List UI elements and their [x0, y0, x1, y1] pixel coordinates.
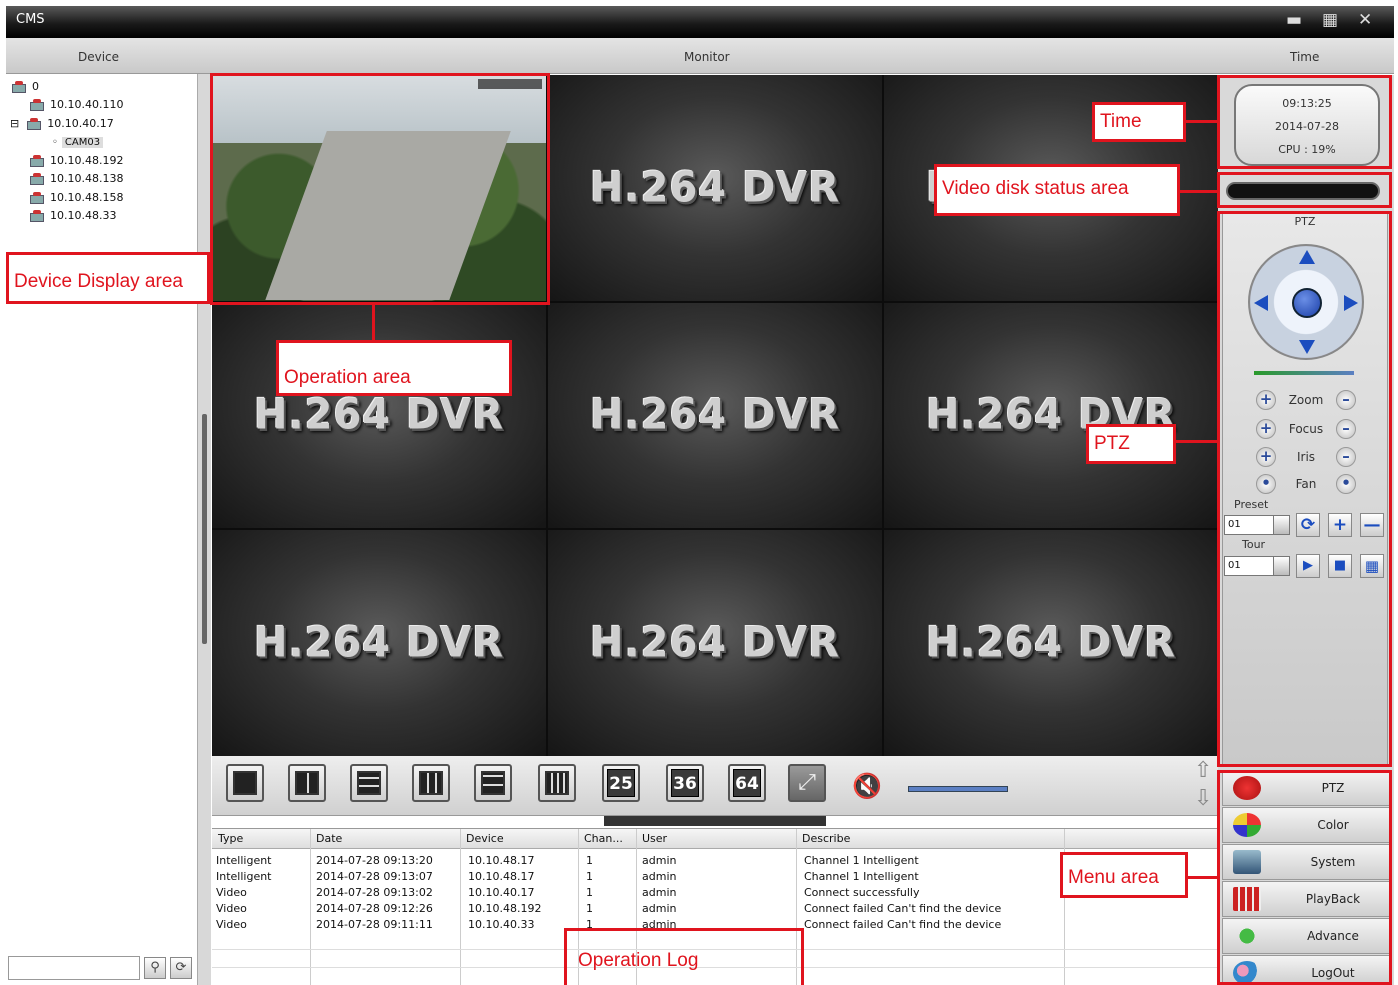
video-cell[interactable]: H.264 DVR [884, 530, 1218, 756]
tree-device-item[interactable]: 10.10.48.33 [28, 209, 116, 222]
tree-device-item[interactable]: 10.10.40.110 [28, 98, 123, 111]
video-cell[interactable]: H.264 DVR [548, 530, 882, 756]
device-annotation: Device Display area [6, 252, 210, 304]
device-label: 10.10.48.138 [50, 172, 124, 185]
layout-toolbar: 25 36 64 ⤢ 🔇 ⇧ ⇩ [212, 756, 1218, 816]
folder-icon [10, 80, 28, 93]
dvr-icon [28, 154, 46, 167]
annotation-line [1174, 440, 1220, 443]
layout-16-button[interactable] [538, 764, 576, 802]
fullscreen-icon[interactable]: ⤢ [788, 764, 826, 802]
log-splitter[interactable] [604, 816, 826, 826]
log-header-row: Type Date Device Chan... User Describe [212, 829, 1218, 849]
tree-root[interactable]: 0 [10, 80, 39, 93]
scroll-up-icon[interactable]: ⇧ [1194, 758, 1212, 783]
menu-annotation: Menu area [1060, 852, 1188, 898]
annotation-line [372, 303, 375, 343]
device-search-input[interactable] [8, 956, 140, 980]
minimize-icon[interactable]: ▬ [1286, 10, 1302, 30]
layout-64-button[interactable]: 64 [728, 764, 766, 802]
dvr-placeholder: H.264 DVR [589, 163, 841, 212]
camera-icon: ◦ [52, 137, 58, 148]
dvr-icon [25, 117, 43, 130]
disk-area-highlight [1217, 172, 1392, 208]
layout-25-button[interactable]: 25 [602, 764, 640, 802]
panel-splitter[interactable] [197, 74, 211, 985]
search-icon[interactable]: ⚲ [144, 957, 166, 979]
video-cell[interactable]: H.264 DVR [212, 302, 546, 529]
column-headers: Device Monitor Time [6, 38, 1394, 74]
mute-icon[interactable]: 🔇 [852, 772, 882, 800]
log-row[interactable]: Video 2014-07-28 09:12:26 10.10.48.192 1 adm… [212, 901, 1218, 917]
annotation-line [1184, 120, 1220, 123]
menu-area-highlight [1217, 770, 1392, 985]
splitter-handle[interactable] [202, 414, 207, 644]
log-col-date[interactable]: Date [316, 832, 342, 845]
dvr-placeholder: H.264 DVR [589, 391, 841, 440]
window-title: CMS [16, 12, 45, 27]
device-label: 10.10.48.158 [50, 191, 124, 204]
expand-icon[interactable]: ⊟ [10, 117, 19, 130]
dvr-placeholder: H.264 DVR [589, 619, 841, 668]
device-label: 10.10.48.33 [50, 209, 117, 222]
log-col-type[interactable]: Type [218, 832, 243, 845]
title-bar: CMS ▬ ▦ ✕ [6, 6, 1394, 38]
disk-annotation: Video disk status area [934, 164, 1180, 216]
log-col-describe[interactable]: Describe [802, 832, 850, 845]
video-cell[interactable]: H.264 DVR [884, 302, 1218, 529]
ptz-annotation: PTZ [1086, 424, 1176, 464]
layout-64-label: 64 [733, 769, 761, 797]
device-header: Device [78, 50, 120, 64]
dvr-placeholder: H.264 DVR [253, 619, 505, 668]
dvr-icon [28, 209, 46, 222]
layout-1-button[interactable] [226, 764, 264, 802]
layout-36-label: 36 [671, 769, 699, 797]
time-header: Time [1290, 50, 1320, 64]
close-icon[interactable]: ✕ [1358, 10, 1372, 30]
operation-annotation: Operation area [276, 340, 512, 396]
tree-device-item[interactable]: 10.10.48.192 [28, 154, 123, 167]
tree-device-item[interactable]: ⊟ 10.10.40.17 [10, 117, 114, 130]
scroll-down-icon[interactable]: ⇩ [1194, 786, 1212, 811]
log-col-device[interactable]: Device [466, 832, 504, 845]
dvr-icon [28, 98, 46, 111]
log-col-user[interactable]: User [642, 832, 667, 845]
layout-6-button[interactable] [350, 764, 388, 802]
dvr-icon [28, 191, 46, 204]
device-panel: 0 10.10.40.110 ⊟ 10.10.40.17 ◦ CAM03 10.10… [6, 74, 206, 985]
dvr-icon [28, 172, 46, 185]
refresh-icon[interactable]: ⟳ [170, 957, 192, 979]
tree-channel-item[interactable]: ◦ CAM03 [52, 135, 104, 148]
annotation-line [1180, 190, 1220, 193]
dvr-placeholder: H.264 DVR [925, 619, 1177, 668]
video-cell[interactable]: H.264 DVR [212, 530, 546, 756]
channel-label: CAM03 [61, 137, 104, 148]
tree-device-item[interactable]: 10.10.48.158 [28, 191, 123, 204]
tree-device-item[interactable]: 10.10.48.138 [28, 172, 123, 185]
log-annotation: Operation Log [578, 950, 699, 971]
monitor-header: Monitor [684, 50, 730, 64]
log-col-channel[interactable]: Chan... [584, 832, 623, 845]
maximize-icon[interactable]: ▦ [1322, 10, 1338, 30]
video-cell[interactable]: H.264 DVR [548, 302, 882, 529]
tree-root-label: 0 [32, 80, 39, 93]
device-label: 10.10.40.17 [47, 117, 114, 130]
video-cell[interactable]: H.264 DVR [548, 75, 882, 301]
volume-slider[interactable] [908, 786, 1008, 792]
annotation-line [1188, 876, 1220, 879]
layout-9-button[interactable] [474, 764, 512, 802]
layout-25-label: 25 [607, 769, 635, 797]
layout-36-button[interactable]: 36 [666, 764, 704, 802]
device-label: 10.10.48.192 [50, 154, 124, 167]
time-area-highlight [1217, 75, 1392, 169]
time-annotation: Time [1092, 102, 1186, 142]
operation-area-highlight [210, 73, 550, 305]
device-label: 10.10.40.110 [50, 98, 124, 111]
ptz-area-highlight [1217, 211, 1392, 767]
layout-8-button[interactable] [412, 764, 450, 802]
layout-4-button[interactable] [288, 764, 326, 802]
